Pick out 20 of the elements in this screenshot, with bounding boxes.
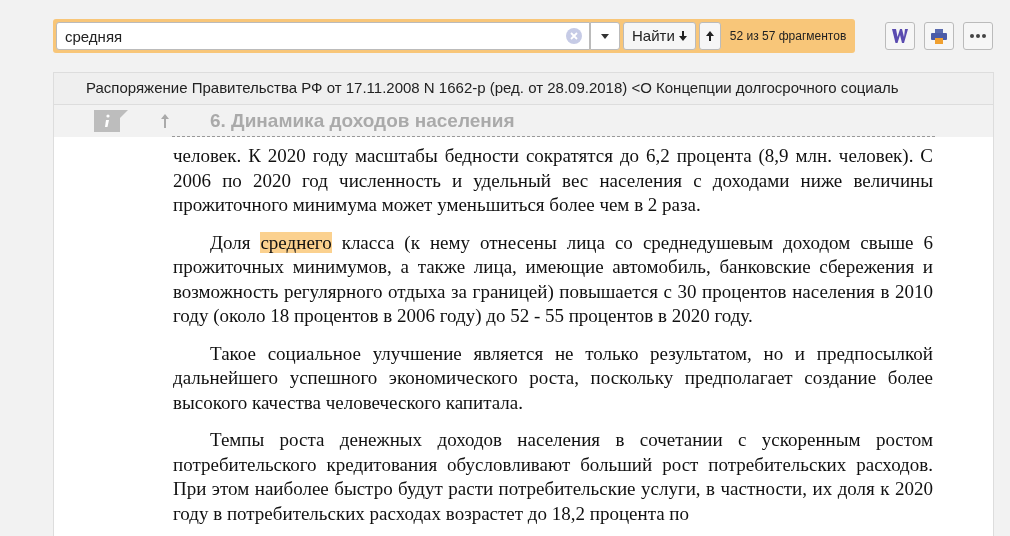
printer-icon bbox=[931, 28, 947, 44]
result-count: 52 из 57 фрагментов bbox=[728, 28, 848, 45]
document-title: Распоряжение Правительства РФ от 17.11.2008 N 1662-р (ред. от 28.09.2018) <О Концепции долгосрочного социаль bbox=[54, 73, 993, 105]
print-button[interactable] bbox=[924, 22, 954, 50]
arrow-down-icon bbox=[678, 31, 687, 41]
paragraph: человек. К 2020 году масштабы бедности сократятся до 6,2 процента (8,9 млн. человек). С 2006 по 2020 год численность и удельный вес населения с доходами ниже величины прожиточного минимума может уменьшиться более чем в 2 раза. bbox=[173, 144, 933, 217]
word-icon bbox=[892, 29, 908, 43]
paragraph: Такое социальное улучшение является не только результатом, но и предпосылкой дальнейшего успешного экономического роста, поскольку предполагает создание более высокого качества человеческого капитала. bbox=[173, 341, 933, 415]
search-field[interactable]: средняя bbox=[56, 22, 590, 50]
more-icon bbox=[970, 34, 986, 38]
more-button[interactable] bbox=[963, 22, 993, 50]
word-button[interactable] bbox=[885, 22, 915, 50]
section-heading: 6. Динамика доходов населения bbox=[210, 108, 515, 133]
find-button[interactable]: Найти bbox=[623, 22, 696, 50]
paragraph: Доля среднего класса (к нему отнесены лица со среднедушевым доходом свыше 6 прожиточных минимумов, а также лица, имеющие автомобиль, банковские сбережения и возможность регулярного отдыха за границей) повышается с 30 процентов населения в 2010 году (около 18 процентов в 2006 году) до 52 - 55 процентов в 2020 году. bbox=[173, 230, 933, 328]
caret-icon bbox=[601, 33, 609, 39]
arrow-up-icon bbox=[705, 31, 714, 41]
dropdown-button[interactable] bbox=[590, 22, 620, 50]
paragraph: Темпы роста денежных доходов населения в сочетании с ускоренным ростом потребительского кредитования обусловливают больший рост потребительских расходов. При этом наиболее быстро будут расти потребительские услуги, в частности, их доля к 2020 году в потребительских расходах возрастет до 18,2 процента по bbox=[173, 428, 933, 526]
previous-button[interactable] bbox=[698, 22, 721, 50]
